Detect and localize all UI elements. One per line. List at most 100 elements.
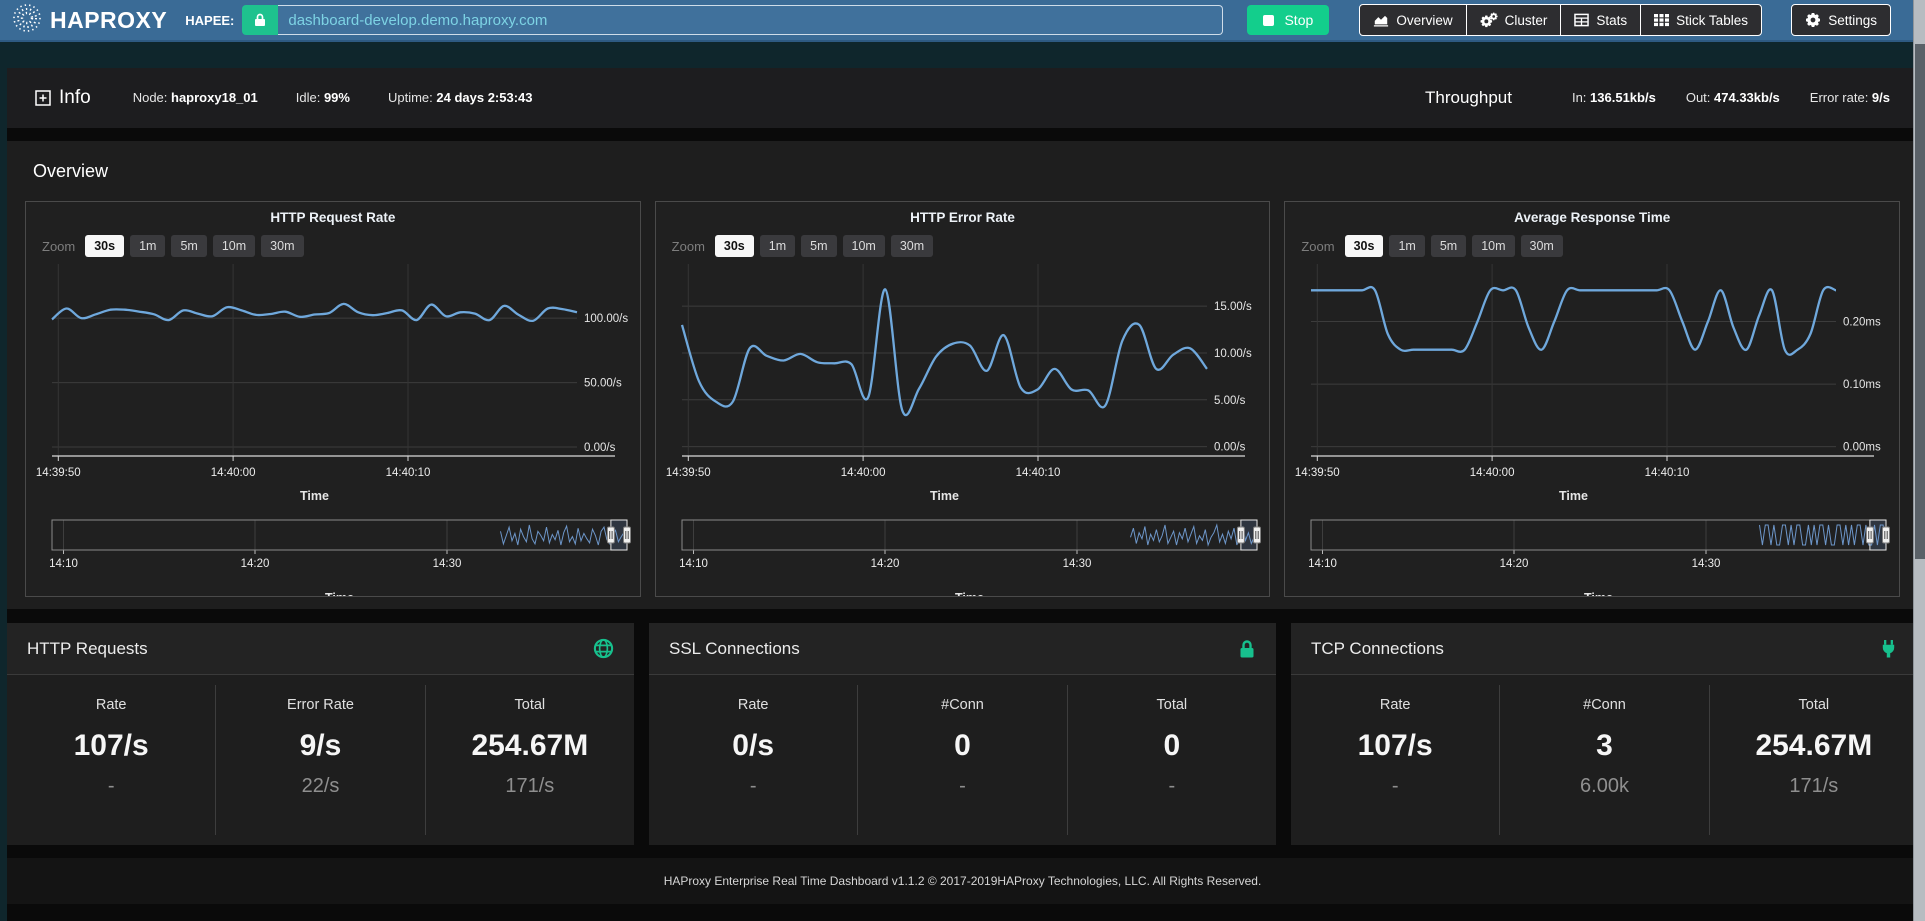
- zoom-button-30m[interactable]: 30m: [1521, 235, 1563, 257]
- plug-icon: [1879, 639, 1898, 659]
- brand-name: HAPROXY: [50, 7, 167, 34]
- svg-text:Time: Time: [1559, 489, 1588, 503]
- http-error-rate-chart[interactable]: 15.00/s10.00/s5.00/s0.00/s14:39:5014:40:…: [656, 260, 1270, 510]
- nav-button-label: Cluster: [1505, 13, 1548, 28]
- zoom-button-5m[interactable]: 5m: [171, 235, 206, 257]
- stat-column-conn: #Conn36.00k: [1500, 685, 1709, 835]
- zoom-label: Zoom: [672, 239, 705, 254]
- summary-cards-row: HTTP RequestsRate107/s-Error Rate9/s22/s…: [7, 623, 1918, 845]
- card-ssl-connections: SSL ConnectionsRate0/s-#Conn0-Total0-: [649, 623, 1276, 845]
- hapee-label: HAPEE:: [185, 13, 234, 28]
- navigator-handle[interactable]: [1253, 527, 1260, 543]
- average-response-time-chart[interactable]: 0.20ms0.10ms0.00ms14:39:5014:40:0014:40:…: [1285, 260, 1899, 510]
- navigator-handle[interactable]: [624, 527, 631, 543]
- stat-node: Node: haproxy18_01: [133, 90, 258, 105]
- lock-button[interactable]: [242, 5, 278, 35]
- card-tcp-connections: TCP ConnectionsRate107/s-#Conn36.00kTota…: [1291, 623, 1918, 845]
- settings-button[interactable]: Settings: [1791, 4, 1891, 36]
- navigator-handle[interactable]: [1867, 527, 1874, 543]
- info-toggle[interactable]: Info: [35, 87, 91, 109]
- svg-text:5.00/s: 5.00/s: [1214, 395, 1246, 407]
- stat-subvalue: 171/s: [1789, 775, 1838, 798]
- scrollbar-thumb[interactable]: [1915, 44, 1925, 559]
- svg-text:0.00ms: 0.00ms: [1843, 442, 1881, 454]
- svg-text:Time: Time: [930, 489, 959, 503]
- stat-subvalue: 22/s: [302, 775, 340, 798]
- card-header-http-requests: HTTP Requests: [7, 623, 634, 675]
- chart-panel-average-response-time: Average Response TimeZoom30s1m5m10m30m0.…: [1284, 201, 1900, 597]
- stat-label: Total: [1799, 697, 1830, 713]
- vertical-scrollbar[interactable]: [1913, 0, 1925, 921]
- lock-icon: [1238, 639, 1256, 659]
- nav-button-label: Stats: [1596, 13, 1627, 28]
- gear-icon: [1805, 12, 1821, 28]
- stat-column-rate: Rate0/s-: [649, 685, 858, 835]
- stat-value: 254.67M: [1755, 729, 1872, 763]
- footer-text: HAProxy Enterprise Real Time Dashboard v…: [664, 874, 1262, 888]
- zoom-controls: Zoom30s1m5m10m30m: [1285, 232, 1899, 260]
- zoom-button-30m[interactable]: 30m: [891, 235, 933, 257]
- nav-button-group: Overview Cluster Stats Stick Tables: [1359, 4, 1762, 36]
- stat-column-total: Total254.67M171/s: [426, 685, 634, 835]
- zoom-button-5m[interactable]: 5m: [801, 235, 836, 257]
- http-error-rate-navigator[interactable]: 14:1014:2014:30Time: [656, 510, 1270, 597]
- url-combo: [242, 5, 1223, 35]
- info-bar-left: Info Node: haproxy18_01Idle: 99%Uptime: …: [35, 87, 571, 109]
- throughput-label: Throughput: [1425, 88, 1512, 108]
- svg-text:14:30: 14:30: [433, 558, 462, 570]
- stat-value: 254.67M: [471, 729, 588, 763]
- haproxy-logo-icon: [12, 3, 42, 38]
- svg-text:Time: Time: [300, 489, 329, 503]
- svg-text:Time: Time: [325, 591, 354, 597]
- stat-label: #Conn: [941, 697, 984, 713]
- svg-text:14:20: 14:20: [241, 558, 270, 570]
- svg-text:14:10: 14:10: [679, 558, 708, 570]
- svg-text:14:39:50: 14:39:50: [36, 467, 81, 479]
- zoom-button-30s[interactable]: 30s: [715, 235, 754, 257]
- stat-label: Rate: [96, 697, 127, 713]
- expand-plus-icon: [35, 90, 51, 106]
- overview-section: Overview HTTP Request RateZoom30s1m5m10m…: [7, 141, 1918, 609]
- http-request-rate-navigator[interactable]: 14:1014:2014:30Time: [26, 510, 640, 597]
- nav-button-stats[interactable]: Stats: [1560, 4, 1641, 36]
- zoom-button-1m[interactable]: 1m: [760, 235, 795, 257]
- svg-text:14:39:50: 14:39:50: [1295, 467, 1340, 479]
- zoom-button-10m[interactable]: 10m: [1472, 235, 1514, 257]
- zoom-button-30m[interactable]: 30m: [261, 235, 303, 257]
- stop-button[interactable]: Stop: [1247, 5, 1329, 35]
- svg-text:14:40:10: 14:40:10: [386, 467, 431, 479]
- stat-subvalue: -: [108, 775, 115, 798]
- nav-button-overview[interactable]: Overview: [1359, 4, 1466, 36]
- card-header-ssl-connections: SSL Connections: [649, 623, 1276, 675]
- svg-text:14:40:00: 14:40:00: [840, 467, 885, 479]
- stat-label: Total: [515, 697, 546, 713]
- http-request-rate-chart[interactable]: 100.00/s50.00/s0.00/s14:39:5014:40:0014:…: [26, 260, 640, 510]
- nav-button-cluster[interactable]: Cluster: [1466, 4, 1562, 36]
- average-response-time-navigator[interactable]: 14:1014:2014:30Time: [1285, 510, 1899, 597]
- card-body: Rate0/s-#Conn0-Total0-: [649, 675, 1276, 845]
- svg-text:14:10: 14:10: [1308, 558, 1337, 570]
- card-title: HTTP Requests: [27, 639, 148, 659]
- url-input[interactable]: [278, 5, 1223, 35]
- svg-text:100.00/s: 100.00/s: [584, 313, 628, 325]
- node-stats: Node: haproxy18_01Idle: 99%Uptime: 24 da…: [133, 89, 571, 107]
- svg-text:14:40:10: 14:40:10: [1645, 467, 1690, 479]
- svg-text:14:40:00: 14:40:00: [1470, 467, 1515, 479]
- navigator-handle[interactable]: [607, 527, 614, 543]
- chart-panel-http-error-rate: HTTP Error RateZoom30s1m5m10m30m15.00/s1…: [655, 201, 1271, 597]
- navigator-handle[interactable]: [1237, 527, 1244, 543]
- card-title: TCP Connections: [1311, 639, 1444, 659]
- zoom-button-1m[interactable]: 1m: [130, 235, 165, 257]
- zoom-button-5m[interactable]: 5m: [1431, 235, 1466, 257]
- nav-button-stick-tables[interactable]: Stick Tables: [1640, 4, 1762, 36]
- zoom-button-10m[interactable]: 10m: [843, 235, 885, 257]
- zoom-button-30s[interactable]: 30s: [1345, 235, 1384, 257]
- svg-text:Time: Time: [955, 591, 984, 597]
- navigator-handle[interactable]: [1883, 527, 1890, 543]
- stat-value: 107/s: [74, 729, 149, 763]
- charts-row: HTTP Request RateZoom30s1m5m10m30m100.00…: [7, 201, 1918, 597]
- zoom-button-30s[interactable]: 30s: [85, 235, 124, 257]
- stat-value: 0: [1163, 729, 1180, 763]
- zoom-button-10m[interactable]: 10m: [213, 235, 255, 257]
- zoom-button-1m[interactable]: 1m: [1389, 235, 1424, 257]
